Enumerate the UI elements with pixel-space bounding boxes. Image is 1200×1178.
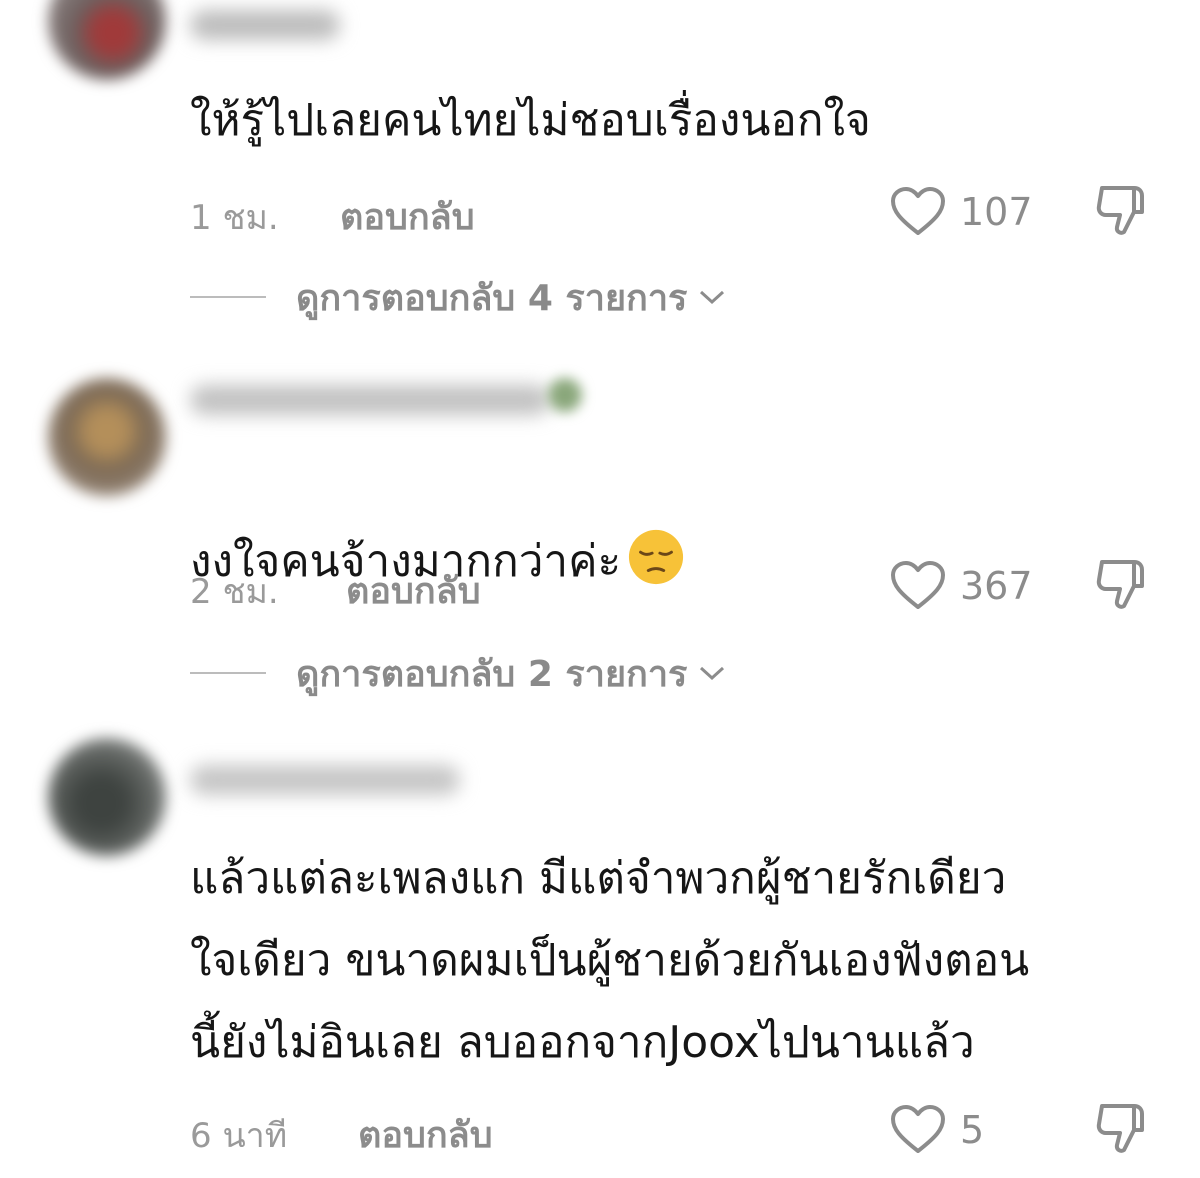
comment-meta: 1 ชม. ตอบกลับ 107	[190, 182, 1170, 242]
comment-time: 1 ชม.	[190, 198, 279, 238]
view-replies-label: ดูการตอบกลับ 4 รายการ	[296, 277, 688, 319]
divider-line	[190, 296, 266, 298]
thumbs-down-outline-icon[interactable]	[1094, 182, 1154, 240]
heart-outline-icon	[891, 561, 945, 609]
reply-button[interactable]: ตอบกลับ	[346, 562, 481, 619]
username-blurred[interactable]	[190, 10, 340, 40]
username-blurred[interactable]	[190, 385, 550, 415]
thumbs-down-outline-icon[interactable]	[1094, 556, 1154, 614]
thumbs-down-outline-icon[interactable]	[1094, 1100, 1154, 1158]
view-replies-toggle[interactable]: ดูการตอบกลับ 2 รายการ	[190, 648, 727, 698]
reply-button[interactable]: ตอบกลับ	[340, 188, 475, 245]
view-replies-label: ดูการตอบกลับ 2 รายการ	[296, 653, 688, 695]
comment-time: 2 ชม.	[190, 572, 279, 612]
comment-meta: 6 นาที ตอบกลับ 5	[190, 1100, 1170, 1160]
heart-outline-icon	[891, 187, 945, 235]
comment-text: แล้วแต่ละเพลงแก มีแต่จำพวกผู้ชายรักเดียว…	[190, 853, 1030, 1068]
like-count: 367	[960, 564, 1033, 608]
verified-badge-blurred	[548, 378, 582, 412]
avatar[interactable]	[48, 738, 166, 856]
reply-button[interactable]: ตอบกลับ	[358, 1106, 493, 1163]
divider-line	[190, 672, 266, 674]
chevron-down-icon	[700, 290, 725, 305]
like-button[interactable]: 367	[890, 556, 1033, 616]
like-count: 107	[960, 190, 1033, 234]
avatar[interactable]	[48, 0, 166, 80]
comment-time: 6 นาที	[190, 1116, 288, 1156]
like-count: 5	[960, 1108, 985, 1152]
chevron-down-icon	[700, 666, 725, 681]
comment-text: ให้รู้ไปเลยคนไทยไม่ชอบเรื่องนอกใจ	[190, 95, 871, 146]
like-button[interactable]: 5	[890, 1100, 984, 1160]
comment-meta: 2 ชม. ตอบกลับ 367	[190, 556, 1170, 616]
view-replies-toggle[interactable]: ดูการตอบกลับ 4 รายการ	[190, 272, 727, 322]
username-blurred[interactable]	[190, 765, 460, 795]
like-button[interactable]: 107	[890, 182, 1033, 242]
heart-outline-icon	[891, 1105, 945, 1153]
avatar[interactable]	[48, 378, 166, 496]
